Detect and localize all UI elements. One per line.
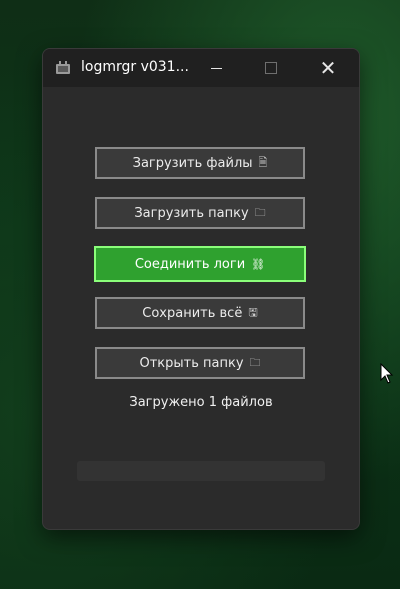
button-label: Загрузить файлы: [132, 155, 253, 171]
button-label: Соединить логи: [134, 256, 246, 272]
app-window: logmrgr v031... ✕ Загрузить файлы 🗎 Загр…: [42, 48, 360, 530]
folder-icon: 🗀: [249, 355, 261, 369]
window-title: logmrgr v031...: [81, 59, 189, 75]
minimize-button[interactable]: [193, 49, 239, 87]
minimize-icon: [210, 67, 222, 69]
save-all-button[interactable]: Сохранить всё 🖫: [95, 297, 305, 329]
document-icon: 🗎: [258, 155, 268, 169]
maximize-button[interactable]: [248, 49, 294, 87]
link-icon: ⛓: [251, 257, 266, 271]
title-bar[interactable]: logmrgr v031... ✕: [43, 49, 359, 87]
button-label: Загрузить папку: [134, 205, 249, 221]
folder-icon: 🗀: [254, 205, 266, 219]
button-label: Сохранить всё: [142, 305, 243, 321]
close-button[interactable]: ✕: [305, 49, 351, 87]
app-icon: [56, 61, 70, 74]
maximize-icon: [265, 62, 277, 74]
merge-logs-button[interactable]: Соединить логи ⛓: [94, 246, 306, 282]
progress-bar: [77, 461, 325, 481]
save-icon: 🖫: [248, 305, 258, 319]
close-icon: ✕: [319, 56, 337, 80]
mouse-cursor-icon: [380, 363, 394, 384]
load-files-button[interactable]: Загрузить файлы 🗎: [95, 147, 305, 179]
button-label: Открыть папку: [139, 355, 244, 371]
load-folder-button[interactable]: Загрузить папку 🗀: [95, 197, 305, 229]
open-folder-button[interactable]: Открыть папку 🗀: [95, 347, 305, 379]
status-text: Загружено 1 файлов: [129, 395, 273, 410]
